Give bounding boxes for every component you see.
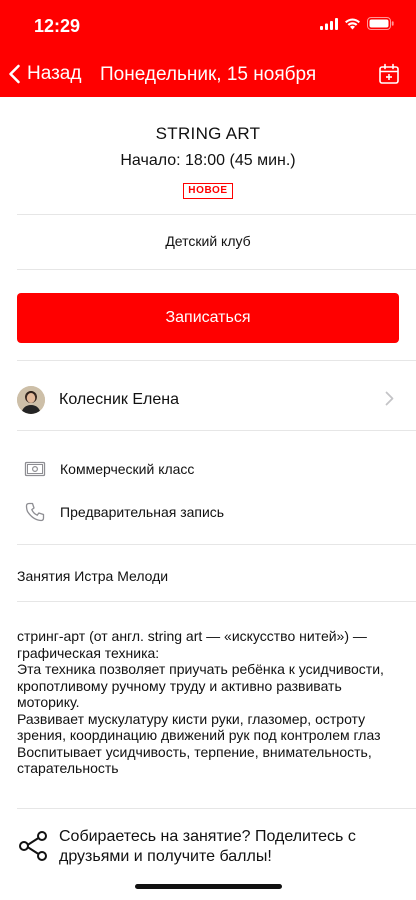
description: стринг-арт (от англ. string art — «искус… (17, 628, 402, 777)
info-row-class-type: Коммерческий класс (0, 449, 416, 489)
trainer-row[interactable]: Колесник Елена (0, 371, 416, 429)
wifi-icon (345, 18, 360, 29)
event-title: STRING ART (155, 124, 261, 143)
banknote-icon (24, 461, 46, 477)
description-paragraph: Эта техника позволяет приучать ребёнка к… (17, 661, 384, 710)
signup-button[interactable]: Записаться (17, 293, 399, 343)
info-label: Коммерческий класс (60, 461, 195, 477)
divider (17, 544, 416, 545)
nav-title: Понедельник, 15 ноября (100, 64, 317, 85)
description-paragraph: стринг-арт (от англ. string art — «искус… (17, 628, 367, 661)
back-button[interactable]: Назад (8, 60, 81, 88)
new-badge: НОВОЕ (183, 183, 233, 199)
divider (17, 601, 416, 602)
status-icons (320, 17, 394, 30)
info-label: Предварительная запись (60, 504, 225, 520)
share-text: Собираетесь на занятие? Поделитесь с дру… (59, 828, 356, 865)
divider (17, 808, 416, 809)
home-indicator (135, 884, 282, 889)
share-row[interactable]: Собираетесь на занятие? Поделитесь с дру… (0, 818, 416, 876)
status-bar: 12:29 (0, 0, 416, 50)
share-icon (19, 831, 47, 861)
back-label: Назад (27, 63, 82, 84)
description-paragraph: Воспитывает усидчивость, терпение, внима… (17, 743, 372, 777)
info-row-booking: Предварительная запись (0, 492, 416, 532)
add-to-calendar-icon[interactable] (378, 63, 400, 85)
divider (17, 214, 416, 215)
signal-icon (320, 17, 338, 30)
battery-icon (367, 17, 394, 30)
event-start-time: Начало: 18:00 (45 мин.) (120, 152, 296, 169)
chevron-right-icon (385, 391, 394, 406)
chevron-left-icon (9, 64, 20, 84)
avatar (17, 386, 45, 414)
trainer-name: Колесник Елена (59, 391, 179, 408)
organization-name: Занятия Истра Мелоди (17, 568, 169, 584)
phone-icon (25, 502, 45, 522)
divider (17, 430, 416, 431)
club-name: Детский клуб (165, 233, 251, 249)
description-paragraph: Развивает мускулатуру кисти руки, глазом… (17, 710, 381, 744)
divider (17, 360, 416, 361)
status-time: 12:29 (34, 16, 81, 36)
nav-bar: Назад Понедельник, 15 ноября (0, 50, 416, 97)
badge-container: НОВОЕ (0, 180, 416, 199)
header: 12:29 Назад Понедельник, 15 ноября (0, 0, 416, 97)
divider (17, 269, 416, 270)
